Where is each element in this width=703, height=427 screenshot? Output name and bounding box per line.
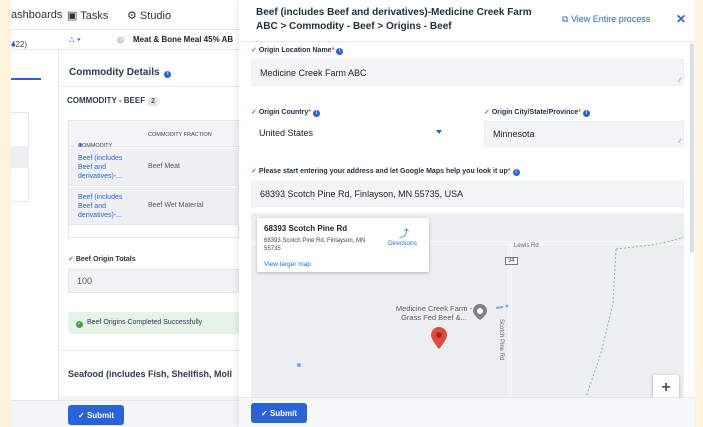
road-label-lewis: Lewis Rd [514, 243, 539, 249]
nav-studio[interactable]: ⚙ Studio [127, 9, 171, 22]
poi-marker-icon[interactable] [473, 304, 487, 320]
address-search-label: ✓ Please start entering your address and… [251, 167, 520, 176]
seafood-section-heading[interactable]: Seafood (includes Fish, Shellfish, Moll [59, 350, 239, 396]
background-app: ashboards ▣ Tasks ⚙ Studio 422) ● ⛬ ▾ ◎ … [11, 0, 239, 427]
info-icon[interactable]: i [312, 110, 320, 117]
submit-button[interactable]: ✓ Submit [68, 405, 125, 425]
commodity-details-panel: Commodity Details i COMMODITY - BEEF 2 CO… [59, 50, 239, 350]
drawer-header: Beef (includes Beef and derivatives)-Med… [239, 0, 695, 42]
commodity-details-title: Commodity Details i [69, 67, 172, 78]
outer-frame-right [695, 0, 703, 427]
commodity-link[interactable]: Beef (includes Beef and derivatives)-... [78, 154, 128, 181]
origin-location-name-label: ✓ Origin Location Name* i [251, 46, 344, 55]
outer-frame-left [0, 0, 11, 427]
check-icon: ✓ [484, 109, 490, 116]
view-entire-process-link[interactable]: ⧉ View Entire process [562, 14, 650, 25]
map-card-title: 68393 Scotch Pine Rd [264, 224, 348, 233]
check-icon: ✓ [251, 168, 257, 175]
info-icon[interactable]: i [582, 110, 590, 117]
hierarchy-dropdown[interactable]: ⛬ ▾ [69, 35, 81, 45]
view-larger-map-link[interactable]: View larger map [264, 261, 311, 268]
drawer-footer: ✓ Submit [239, 397, 695, 427]
active-tab-indicator [11, 78, 41, 80]
table-row[interactable]: Beef (includes Beef and derivatives)-...… [69, 187, 239, 225]
close-icon[interactable]: ✕ [676, 12, 686, 26]
resize-handle-icon: ⁄⁄ [678, 78, 681, 84]
product-icon: ◎ [117, 35, 124, 44]
column-header-fraction: COMMODITY FRACTION [148, 132, 212, 138]
beef-origin-totals-label: ✓ Beef Origin Totals [68, 256, 136, 263]
check-icon: ✓ [78, 410, 85, 420]
commodity-table: COMMODITY ⇕ ▼ COMMODITY FRACTION Beef (i… [68, 120, 239, 238]
check-icon: ✓ [251, 109, 257, 116]
highway-shield: 34 [505, 257, 518, 265]
map-info-card: 68393 Scotch Pine Rd 68393 Scotch Pine R… [257, 218, 429, 272]
sub-nav: 422) ● ⛬ ▾ ◎ Meat & Bone Meal 45% AB [11, 30, 239, 50]
road-label-scotch-pine: Scotch Pine Rd [498, 319, 504, 361]
poi-label[interactable]: Medicine Creek Farm - Grass Fed Beef &..… [389, 304, 479, 322]
info-icon[interactable]: i [336, 48, 344, 55]
beef-origin-totals-field: 100 [68, 269, 239, 293]
commodity-link[interactable]: Beef (includes Beef and derivatives)-... [78, 193, 128, 220]
product-name[interactable]: Meat & Bone Meal 45% AB [133, 35, 233, 44]
background-footer: ✓ Submit [11, 400, 239, 427]
chevron-down-icon [436, 130, 442, 134]
check-icon: ✓ [68, 256, 74, 263]
external-link-icon: ⧉ [562, 14, 569, 24]
success-alert: ✓ Beef Origins Completed Successfully [68, 312, 239, 334]
count-badge: 2 [148, 97, 158, 106]
origin-drawer: Beef (includes Beef and derivatives)-Med… [239, 0, 695, 427]
left-card-item[interactable] [11, 146, 29, 168]
origin-city-state-field[interactable]: Minnesota ⁄⁄ [484, 121, 684, 147]
location-marker-icon[interactable] [431, 327, 447, 349]
drawer-scrollbar[interactable] [690, 43, 694, 253]
commodity-beef-heading: COMMODITY - BEEF 2 [67, 96, 158, 106]
origin-location-name-field[interactable]: Medicine Creek Farm ABC ⁄⁄ [251, 59, 684, 86]
success-check-icon: ✓ [76, 321, 83, 328]
check-icon: ✓ [251, 47, 257, 54]
check-icon: ✓ [261, 408, 268, 418]
directions-link[interactable]: Directions [388, 240, 417, 247]
table-row[interactable]: Beef (includes Beef and derivatives)-...… [69, 148, 239, 186]
tasks-icon: ▣ [67, 10, 81, 22]
origin-country-select[interactable]: United States [251, 121, 450, 145]
directions-icon[interactable]: ⤴ [399, 225, 409, 240]
origin-country-label: ✓ Origin Country* i [251, 108, 320, 117]
table-header: COMMODITY ⇕ ▼ COMMODITY FRACTION [69, 121, 239, 149]
info-icon[interactable]: i [512, 169, 520, 176]
info-icon: ● [11, 40, 16, 49]
map-card-address: 68393 Scotch Pine Rd, Finlayson, MN 5573… [264, 238, 366, 252]
address-search-input[interactable]: 68393 Scotch Pine Rd, Finlayson, MN 5573… [251, 181, 684, 207]
resize-handle-icon: ⁄⁄ [678, 139, 681, 145]
studio-icon: ⚙ [127, 10, 140, 22]
info-icon[interactable]: i [164, 71, 172, 78]
commodity-fraction: Beef Wet Material [148, 202, 204, 209]
google-map[interactable]: 68393 Scotch Pine Rd 68393 Scotch Pine R… [251, 213, 684, 397]
zoom-in-button[interactable]: + [653, 375, 679, 397]
nav-tasks[interactable]: ▣ Tasks [67, 9, 108, 22]
origin-city-state-label: ✓ Origin City/State/Province* i [484, 108, 590, 117]
commodity-fraction: Beef Meat [148, 163, 180, 170]
nav-dashboards[interactable]: ashboards [11, 9, 62, 21]
drawer-title: Beef (includes Beef and derivatives)-Med… [256, 7, 532, 32]
left-column [11, 50, 59, 400]
divider [59, 86, 239, 87]
top-nav: ashboards ▣ Tasks ⚙ Studio [11, 0, 239, 30]
drawer-submit-button[interactable]: ✓ Submit [251, 403, 308, 423]
